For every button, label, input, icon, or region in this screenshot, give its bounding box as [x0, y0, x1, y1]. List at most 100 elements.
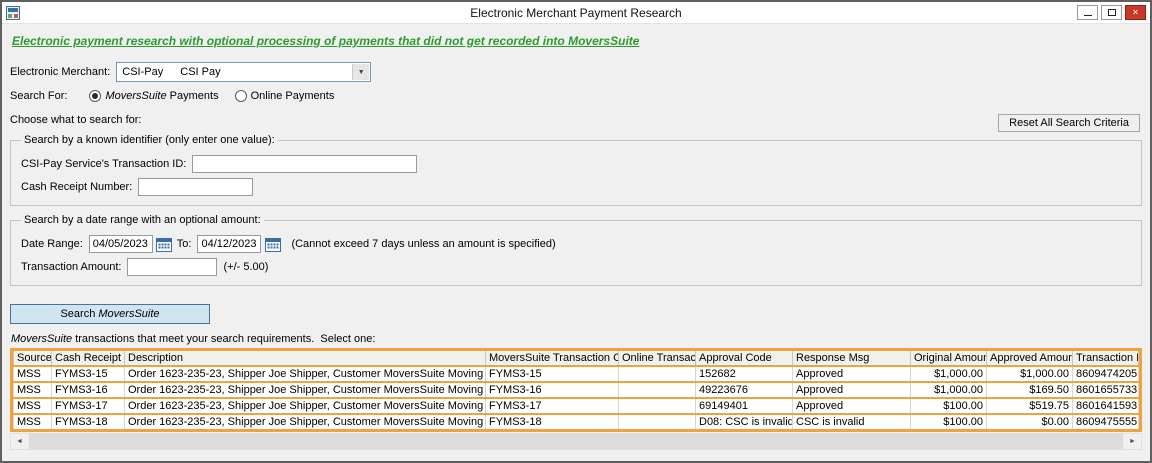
- window-controls: ✕: [1077, 5, 1146, 20]
- amount-row: Transaction Amount: (+/- 5.00): [21, 258, 1131, 276]
- cell-approval-code[interactable]: 152682: [695, 366, 793, 382]
- radio-button-icon[interactable]: [234, 90, 247, 102]
- col-approval-code[interactable]: Approval Code: [695, 351, 793, 367]
- cell-source[interactable]: MSS: [13, 366, 52, 382]
- cell-source[interactable]: MSS: [13, 398, 52, 414]
- choose-row: Choose what to search for: Reset All Sea…: [10, 114, 1142, 132]
- search-moverssuite-button[interactable]: Search MoversSuite: [10, 304, 210, 324]
- close-button[interactable]: ✕: [1125, 5, 1146, 20]
- amount-note: (+/- 5.00): [223, 261, 269, 273]
- cell-original-amount[interactable]: $100.00: [910, 414, 987, 429]
- col-approved-amount[interactable]: Approved Amount: [986, 351, 1073, 367]
- cell-response-msg[interactable]: Approved: [792, 366, 911, 382]
- intro-text: Electronic payment research with optiona…: [12, 34, 640, 48]
- cell-cash-receipt[interactable]: FYMS3-17: [51, 398, 125, 414]
- scrollbar-thumb[interactable]: [29, 434, 1123, 449]
- col-transaction-id[interactable]: Transaction ID: [1072, 351, 1139, 367]
- cell-original-amount[interactable]: $1,000.00: [910, 382, 987, 398]
- cell-online-transaction-code[interactable]: [618, 398, 696, 414]
- calendar-icon[interactable]: [155, 235, 174, 253]
- cell-cash-receipt[interactable]: FYMS3-15: [51, 366, 125, 382]
- cell-source[interactable]: MSS: [13, 414, 52, 429]
- cell-ms-transaction-code[interactable]: FYMS3-15: [485, 366, 619, 382]
- cell-online-transaction-code[interactable]: [618, 414, 696, 429]
- col-description[interactable]: Description: [124, 351, 486, 367]
- search-for-row: Search For: MoversSuite Payments Online …: [10, 90, 1142, 102]
- cell-response-msg[interactable]: CSC is invalid: [792, 414, 911, 429]
- dialog-content: Electronic payment research with optiona…: [2, 24, 1150, 461]
- col-source[interactable]: Source: [13, 351, 52, 367]
- transaction-amount-input[interactable]: [127, 258, 218, 276]
- cell-approved-amount[interactable]: $519.75: [986, 398, 1073, 414]
- cell-description[interactable]: Order 1623-235-23, Shipper Joe Shipper, …: [124, 398, 486, 414]
- table-row[interactable]: MSS FYMS3-18 Order 1623-235-23, Shipper …: [13, 414, 1139, 429]
- cell-original-amount[interactable]: $100.00: [910, 398, 987, 414]
- date-from-input[interactable]: [88, 235, 153, 253]
- date-range-row: Date Range: To:: [21, 235, 1131, 253]
- cell-transaction-id[interactable]: 8601641593: [1072, 398, 1139, 414]
- scroll-left-icon[interactable]: ◄: [11, 434, 28, 449]
- cell-ms-transaction-code[interactable]: FYMS3-17: [485, 398, 619, 414]
- app-icon: [6, 5, 20, 20]
- table-row[interactable]: MSS FYMS3-17 Order 1623-235-23, Shipper …: [13, 398, 1139, 414]
- cell-description[interactable]: Order 1623-235-23, Shipper Joe Shipper, …: [124, 414, 486, 429]
- radio-moverssuite-label: MoversSuite Payments: [105, 90, 219, 102]
- radio-button-icon[interactable]: [89, 90, 102, 102]
- cell-description[interactable]: Order 1623-235-23, Shipper Joe Shipper, …: [124, 366, 486, 382]
- cell-transaction-id[interactable]: 8601655733: [1072, 382, 1139, 398]
- results-grid: Source Cash Receipt Description MoversSu…: [10, 348, 1142, 432]
- horizontal-scrollbar[interactable]: ◄ ►: [10, 433, 1142, 450]
- cell-response-msg[interactable]: Approved: [792, 398, 911, 414]
- col-response-msg[interactable]: Response Msg: [792, 351, 911, 367]
- radio-online-label: Online Payments: [250, 90, 335, 102]
- cell-description[interactable]: Order 1623-235-23, Shipper Joe Shipper, …: [124, 382, 486, 398]
- search-for-label: Search For:: [10, 90, 68, 102]
- cell-original-amount[interactable]: $1,000.00: [910, 366, 987, 382]
- chevron-down-icon[interactable]: ▼: [352, 64, 370, 80]
- cell-online-transaction-code[interactable]: [618, 366, 696, 382]
- cell-approved-amount[interactable]: $0.00: [986, 414, 1073, 429]
- cash-receipt-input[interactable]: [138, 178, 254, 196]
- cell-cash-receipt[interactable]: FYMS3-18: [51, 414, 125, 429]
- radio-moverssuite-payments[interactable]: MoversSuite Payments: [89, 90, 219, 102]
- radio-online-payments[interactable]: Online Payments: [234, 90, 335, 102]
- cell-transaction-id[interactable]: 8609474205: [1072, 366, 1139, 382]
- cell-approved-amount[interactable]: $1,000.00: [986, 366, 1073, 382]
- cell-ms-transaction-code[interactable]: FYMS3-16: [485, 382, 619, 398]
- window-title: Electronic Merchant Payment Research: [470, 5, 682, 20]
- table-row[interactable]: MSS FYMS3-15 Order 1623-235-23, Shipper …: [13, 366, 1139, 382]
- cell-response-msg[interactable]: Approved: [792, 382, 911, 398]
- calendar-icon[interactable]: [263, 235, 282, 253]
- cash-receipt-row: Cash Receipt Number:: [21, 178, 1131, 196]
- col-online-transaction-code[interactable]: Online Transaction Code: [618, 351, 696, 367]
- cell-approval-code[interactable]: 69149401: [695, 398, 793, 414]
- cell-approved-amount[interactable]: $169.50: [986, 382, 1073, 398]
- transaction-amount-label: Transaction Amount:: [21, 261, 122, 273]
- cash-receipt-label: Cash Receipt Number:: [21, 181, 133, 193]
- col-ms-transaction-code[interactable]: MoversSuite Transaction Code: [485, 351, 619, 367]
- reset-search-button[interactable]: Reset All Search Criteria: [998, 114, 1140, 132]
- col-original-amount[interactable]: Original Amount: [910, 351, 987, 367]
- cell-transaction-id[interactable]: 8609475555: [1072, 414, 1139, 429]
- cell-online-transaction-code[interactable]: [618, 382, 696, 398]
- transaction-id-row: CSI-Pay Service's Transaction ID:: [21, 155, 1131, 173]
- dialog-window: Electronic Merchant Payment Research ✕ E…: [0, 0, 1152, 463]
- date-note: (Cannot exceed 7 days unless an amount i…: [291, 238, 556, 250]
- cell-source[interactable]: MSS: [13, 382, 52, 398]
- cell-cash-receipt[interactable]: FYMS3-16: [51, 382, 125, 398]
- transaction-id-label: CSI-Pay Service's Transaction ID:: [21, 158, 187, 170]
- minimize-button[interactable]: [1077, 5, 1098, 20]
- merchant-name: CSI Pay: [180, 66, 221, 78]
- merchant-combobox[interactable]: CSI-Pay CSI Pay ▼: [116, 62, 372, 82]
- maximize-button[interactable]: [1101, 5, 1122, 20]
- cell-ms-transaction-code[interactable]: FYMS3-18: [485, 414, 619, 429]
- transaction-id-input[interactable]: [192, 155, 418, 173]
- cell-approval-code[interactable]: 49223676: [695, 382, 793, 398]
- table-row[interactable]: MSS FYMS3-16 Order 1623-235-23, Shipper …: [13, 382, 1139, 398]
- merchant-label: Electronic Merchant:: [10, 66, 111, 78]
- col-cash-receipt[interactable]: Cash Receipt: [51, 351, 125, 367]
- date-to-input[interactable]: [197, 235, 262, 253]
- merchant-code: CSI-Pay: [122, 66, 164, 78]
- scroll-right-icon[interactable]: ►: [1124, 434, 1141, 449]
- cell-approval-code[interactable]: D08: CSC is invalid: [695, 414, 793, 429]
